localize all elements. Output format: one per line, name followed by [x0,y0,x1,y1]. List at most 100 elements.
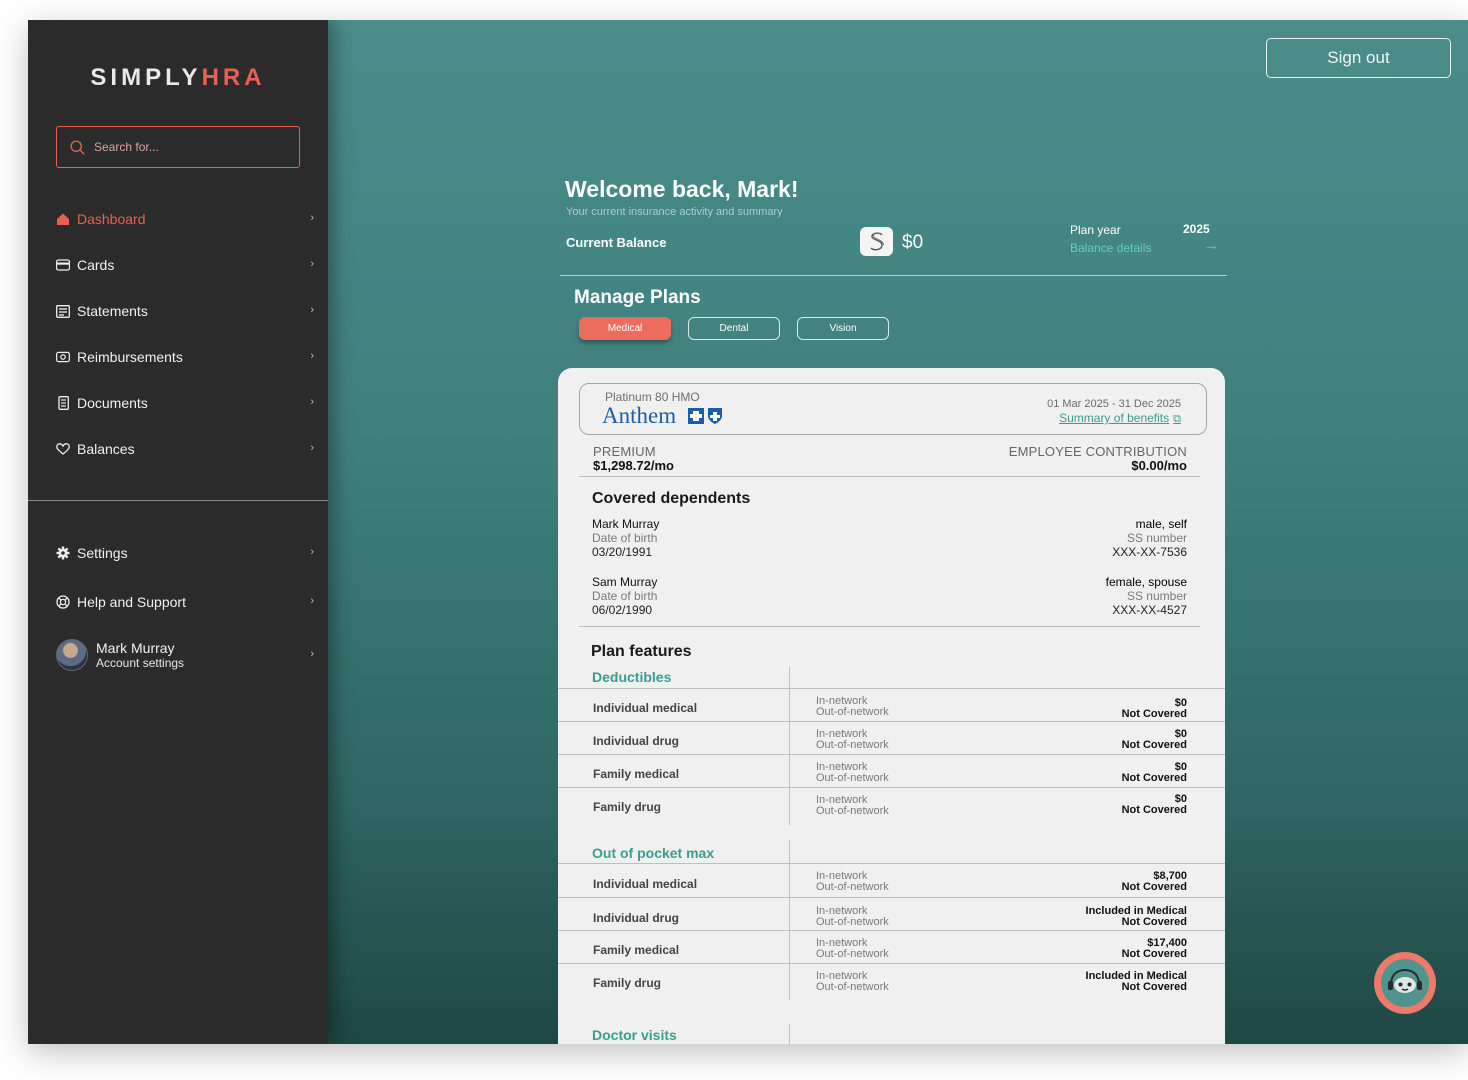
plan-features-title: Plan features [591,643,692,660]
chevron-right-icon: › [310,350,314,362]
blue-cross-shield-icon [687,406,725,426]
table-row: Family medical In-network Out-of-network … [558,930,1225,963]
sidebar-item-documents[interactable]: Documents › [56,389,314,417]
divider [579,626,1200,627]
employee-contribution-label: EMPLOYEE CONTRIBUTION [1008,444,1187,459]
dob-value: 06/02/1990 [592,603,653,617]
divider [579,476,1200,477]
external-link-icon: ⧉ [1173,413,1181,425]
plan-year-value: 2025 [1183,222,1210,236]
arrow-right-icon[interactable]: → [1204,237,1219,254]
search-input[interactable] [94,140,284,154]
sidebar-divider [28,500,328,501]
sidebar-item-label: Balances [77,441,135,457]
chevron-right-icon: › [310,648,314,660]
statement-icon [56,304,70,318]
dependent-name: Sam Murray [592,575,658,589]
employee-contribution-value: $0.00/mo [1131,458,1187,473]
tab-medical[interactable]: Medical [579,317,671,340]
chat-assistant-button[interactable] [1374,952,1436,1014]
balance-logo-icon [860,227,893,256]
sidebar-item-balances[interactable]: Balances › [56,435,314,463]
plan-name: Platinum 80 HMO [605,390,700,404]
plan-card: Platinum 80 HMO Anthem 01 Mar 2025 - 31 … [558,368,1225,1044]
group-title-deductibles: Deductibles [592,669,672,685]
chevron-right-icon: › [310,546,314,558]
current-balance-label: Current Balance [566,235,667,250]
premium-value: $1,298.72/mo [593,458,674,473]
dependent-item: Mark Murray Date of birth 03/20/1991 mal… [592,517,1187,559]
chevron-right-icon: › [310,304,314,316]
divider [560,275,1227,276]
account-settings-label: Account settings [96,656,185,670]
chevron-right-icon: › [310,595,314,607]
column-divider [789,1024,790,1044]
document-icon [56,396,70,410]
dob-label: Date of birth [592,531,658,545]
sidebar-item-dashboard[interactable]: Dashboard › [56,205,314,233]
search-icon [70,139,85,155]
main-content: Sign out Welcome back, Mark! Your curren… [328,20,1468,1044]
table-row: Family drug In-network Out-of-network Inc… [558,963,1225,998]
dependent-name: Mark Murray [592,517,660,531]
table-row: Family drug In-network Out-of-network $0 N… [558,787,1225,820]
chevron-right-icon: › [310,442,314,454]
ss-label: SS number [1126,589,1187,603]
sidebar-item-label: Reimbursements [77,349,183,365]
sidebar-item-label: Help and Support [77,594,186,610]
ss-label: SS number [1126,531,1187,545]
sidebar-item-settings[interactable]: Settings › [56,539,314,567]
reimbursement-icon [56,350,70,364]
insurer-header: Platinum 80 HMO Anthem 01 Mar 2025 - 31 … [579,383,1207,435]
home-icon [56,212,70,226]
welcome-subtitle: Your current insurance activity and summ… [566,206,783,218]
covered-dependents-title: Covered dependents [592,490,751,507]
search-box[interactable] [56,126,300,168]
heart-icon [56,442,70,456]
sidebar-item-label: Documents [77,395,148,411]
plan-year-label: Plan year [1070,223,1121,237]
balance-details-link[interactable]: Balance details [1070,241,1151,255]
dob-value: 03/20/1991 [592,545,653,559]
table-row: Individual drug In-network Out-of-network… [558,897,1225,930]
dependent-relation: female, spouse [1105,575,1187,589]
dependent-item: Sam Murray Date of birth 06/02/1990 fema… [592,575,1187,617]
table-row: Individual medical In-network Out-of-netw… [558,863,1225,897]
sidebar-item-cards[interactable]: Cards › [56,251,314,279]
gear-icon [56,546,70,560]
manage-plans-title: Manage Plans [574,287,701,308]
sidebar-item-help[interactable]: Help and Support › [56,588,314,616]
avatar [56,639,88,671]
sidebar-item-statements[interactable]: Statements › [56,297,314,325]
sign-out-button[interactable]: Sign out [1266,38,1451,78]
chevron-right-icon: › [310,212,314,224]
ss-value: XXX-XX-4527 [1112,603,1187,617]
balance-amount: $0 [902,232,924,253]
user-name: Mark Murray [96,640,175,656]
sidebar-item-reimbursements[interactable]: Reimbursements › [56,343,314,371]
ss-value: XXX-XX-7536 [1112,545,1187,559]
insurer-logo: Anthem [602,403,677,428]
account-settings-item[interactable]: Mark Murray Account settings › [56,637,314,673]
sidebar-item-label: Dashboard [77,211,146,227]
chevron-right-icon: › [310,396,314,408]
chatbot-icon [1381,959,1429,1007]
group-title-doctor-visits: Doctor visits [592,1027,677,1043]
welcome-title: Welcome back, Mark! [565,176,799,202]
sidebar-item-label: Cards [77,257,115,273]
tab-vision[interactable]: Vision [797,317,889,340]
sidebar: SIMPLYHRA Dashboard › Cards › Statements… [28,20,328,1044]
app-window: SIMPLYHRA Dashboard › Cards › Statements… [28,20,1468,1044]
tab-dental[interactable]: Dental [688,317,780,340]
chevron-right-icon: › [310,258,314,270]
group-title-out-of-pocket-max: Out of pocket max [592,845,715,861]
dob-label: Date of birth [592,589,658,603]
summary-of-benefits-link[interactable]: Summary of benefits ⧉ [1059,411,1181,426]
card-icon [56,258,70,272]
lifebuoy-icon [56,595,70,609]
table-row: Family medical In-network Out-of-network … [558,754,1225,787]
sidebar-item-label: Statements [77,303,148,319]
logo[interactable]: SIMPLYHRA [28,64,328,92]
table-row: Individual medical In-network Out-of-netw… [558,688,1225,721]
plan-dates: 01 Mar 2025 - 31 Dec 2025 [1047,398,1181,410]
